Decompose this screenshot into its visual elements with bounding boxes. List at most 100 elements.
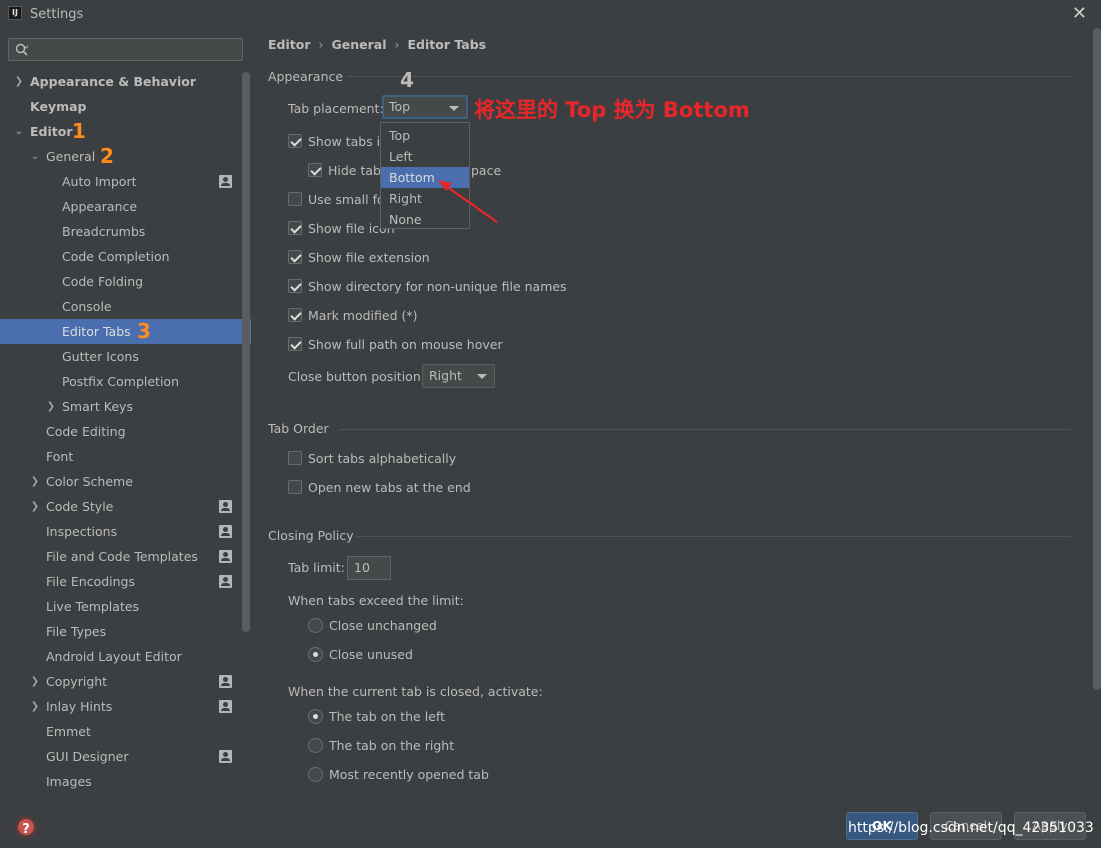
close-icon[interactable]: ✕ <box>1072 3 1087 24</box>
tree-item-label: Gutter Icons <box>62 349 139 364</box>
show-full-path-label: Show full path on mouse hover <box>308 337 503 352</box>
show-tabs-in-checkbox[interactable] <box>288 134 302 148</box>
tree-item-appearance-behavior[interactable]: ❯ Appearance & Behavior <box>0 69 251 94</box>
tab-placement-combo[interactable]: Top <box>382 95 468 119</box>
breadcrumb-item: Editor Tabs <box>407 37 487 52</box>
breadcrumb-item[interactable]: Editor <box>268 37 311 52</box>
show-file-extension-label: Show file extension <box>308 250 430 265</box>
project-scope-icon <box>219 675 232 688</box>
tree-item-label: Code Completion <box>62 249 170 264</box>
show-file-icon-checkbox[interactable] <box>288 221 302 235</box>
tree-item-gutter-icons[interactable]: Gutter Icons <box>0 344 251 369</box>
project-scope-icon <box>219 575 232 588</box>
tree-item-font[interactable]: Font <box>0 444 251 469</box>
most-recent-radio[interactable] <box>308 767 323 782</box>
dropdown-arrow-icon <box>449 106 459 111</box>
dropdown-option-bottom[interactable]: Bottom <box>381 167 469 188</box>
show-full-path-checkbox[interactable] <box>288 337 302 351</box>
tree-item-copyright[interactable]: ❯ Copyright <box>0 669 251 694</box>
annotation-number: 1 <box>72 119 86 143</box>
tree-item-code-editing[interactable]: Code Editing <box>0 419 251 444</box>
annotation-text: 将这里的 Top 换为 Bottom <box>474 98 750 122</box>
tree-item-gui-designer[interactable]: GUI Designer <box>0 744 251 769</box>
tree-item-code-style[interactable]: ❯ Code Style <box>0 494 251 519</box>
search-input[interactable] <box>8 38 243 61</box>
tree-item-label: Font <box>46 449 74 464</box>
tree-item-appearance[interactable]: Appearance <box>0 194 251 219</box>
tree-item-label: Android Layout Editor <box>46 649 182 664</box>
most-recent-label: Most recently opened tab <box>329 767 489 782</box>
window-title: Settings <box>30 7 84 22</box>
use-small-font-checkbox[interactable] <box>288 192 302 206</box>
tree-item-label: Images <box>46 774 92 789</box>
tree-item-label: Copyright <box>46 674 108 689</box>
tree-item-code-folding[interactable]: Code Folding <box>0 269 251 294</box>
close-button-position-combo[interactable]: Right <box>422 364 495 388</box>
tab-limit-label: Tab limit: <box>288 560 345 575</box>
tree-item-label: Postfix Completion <box>62 374 179 389</box>
tab-left-radio[interactable] <box>308 709 323 724</box>
watermark-text: https://blog.csdn.net/qq_42351033 <box>848 820 1094 836</box>
tree-item-general[interactable]: ⌄ General 2 <box>0 144 251 169</box>
sort-alphabetically-checkbox[interactable] <box>288 451 302 465</box>
tree-item-label: General <box>46 149 96 164</box>
hide-tabs-checkbox[interactable] <box>308 163 322 177</box>
tree-item-label: Inspections <box>46 524 118 539</box>
tree-item-android-layout-editor[interactable]: Android Layout Editor <box>0 644 251 669</box>
use-small-font-label: Use small fo <box>308 192 385 207</box>
tree-item-emmet[interactable]: Emmet <box>0 719 251 744</box>
title-bar: IJ Settings ✕ <box>0 0 1101 28</box>
project-scope-icon <box>219 500 232 513</box>
tree-item-color-scheme[interactable]: ❯ Color Scheme <box>0 469 251 494</box>
tree-item-file-types[interactable]: File Types <box>0 619 251 644</box>
hide-tabs-label-suffix: pace <box>471 163 502 178</box>
tree-item-inspections[interactable]: Inspections <box>0 519 251 544</box>
tree-item-code-completion[interactable]: Code Completion <box>0 244 251 269</box>
tree-item-smart-keys[interactable]: ❯ Smart Keys <box>0 394 251 419</box>
tree-item-editor[interactable]: ⌄ Editor 1 <box>0 119 251 144</box>
close-unused-radio[interactable] <box>308 647 323 662</box>
settings-content: Editor › General › Editor Tabs Appearance 4 … <box>251 28 1101 800</box>
chevron-right-icon: ❯ <box>46 401 56 412</box>
mark-modified-checkbox[interactable] <box>288 308 302 322</box>
tab-limit-input[interactable]: 10 <box>347 556 391 580</box>
project-scope-icon <box>219 700 232 713</box>
tree-item-keymap[interactable]: Keymap <box>0 94 251 119</box>
chevron-right-icon: ❯ <box>30 476 40 487</box>
tree-item-file-encodings[interactable]: File Encodings <box>0 569 251 594</box>
close-button-position-value: Right <box>429 368 462 383</box>
dropdown-option-none[interactable]: None <box>381 209 469 230</box>
open-at-end-checkbox[interactable] <box>288 480 302 494</box>
tree-item-editor-tabs[interactable]: Editor Tabs 3 <box>0 319 251 344</box>
tree-item-file-code-templates[interactable]: File and Code Templates <box>0 544 251 569</box>
tree-item-breadcrumbs[interactable]: Breadcrumbs <box>0 219 251 244</box>
tab-right-radio[interactable] <box>308 738 323 753</box>
dropdown-arrow-icon <box>477 374 487 379</box>
tab-left-label: The tab on the left <box>329 709 445 724</box>
show-directory-checkbox[interactable] <box>288 279 302 293</box>
breadcrumb-separator-icon: › <box>318 37 324 52</box>
tab-right-label: The tab on the right <box>329 738 455 753</box>
breadcrumb-item[interactable]: General <box>332 37 387 52</box>
dropdown-option-left[interactable]: Left <box>381 146 469 167</box>
chevron-right-icon: ❯ <box>30 676 40 687</box>
tree-item-label: Editor Tabs <box>62 324 131 339</box>
content-scrollbar[interactable] <box>1093 28 1101 690</box>
settings-sidebar: ❯ Appearance & Behavior Keymap ⌄ Editor … <box>0 28 251 800</box>
tree-item-live-templates[interactable]: Live Templates <box>0 594 251 619</box>
close-unchanged-radio[interactable] <box>308 618 323 633</box>
divider <box>347 76 1071 77</box>
tree-item-images[interactable]: Images <box>0 769 251 794</box>
dropdown-option-top[interactable]: Top <box>381 125 469 146</box>
help-button[interactable]: ? <box>15 816 37 838</box>
chevron-right-icon: ❯ <box>30 501 40 512</box>
sidebar-scrollbar[interactable] <box>242 72 250 632</box>
breadcrumb-separator-icon: › <box>394 37 400 52</box>
tree-item-postfix-completion[interactable]: Postfix Completion <box>0 369 251 394</box>
tree-item-console[interactable]: Console <box>0 294 251 319</box>
tree-item-inlay-hints[interactable]: ❯ Inlay Hints <box>0 694 251 719</box>
show-file-extension-checkbox[interactable] <box>288 250 302 264</box>
tree-item-auto-import[interactable]: Auto Import <box>0 169 251 194</box>
tree-item-label: Code Editing <box>46 424 126 439</box>
dropdown-option-right[interactable]: Right <box>381 188 469 209</box>
